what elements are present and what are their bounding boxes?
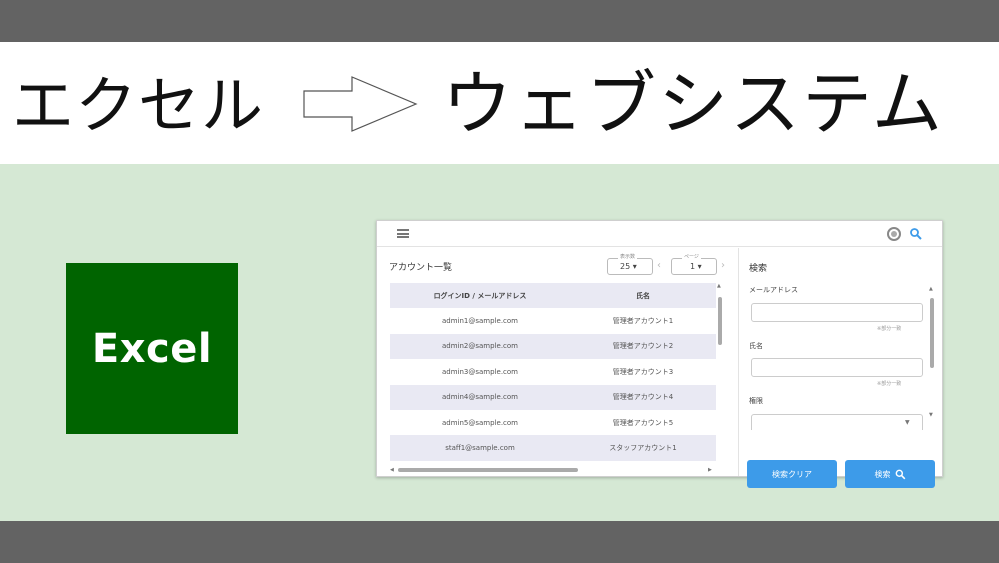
name-field-hint: ※部分一致 — [877, 381, 902, 387]
cell-name: 管理者アカウント1 — [612, 317, 674, 326]
table-header-row: ログインID / メールアドレス 氏名 — [390, 283, 716, 309]
role-field-label: 権限 — [749, 397, 763, 405]
title-excel-text: エクセル — [12, 69, 265, 142]
page-select[interactable]: ページ 1 ▾ — [671, 253, 717, 275]
account-list-title: アカウント一覧 — [389, 263, 453, 273]
cell-name: 管理者アカウント4 — [612, 393, 674, 402]
account-table: ログインID / メールアドレス 氏名 admin1@sample.com 管理… — [390, 283, 716, 463]
prev-page-button[interactable]: ‹ — [657, 260, 661, 271]
settings-icon[interactable] — [887, 227, 901, 241]
scroll-up-icon[interactable]: ▲ — [717, 283, 721, 289]
email-field-hint: ※部分一致 — [877, 326, 902, 332]
role-select[interactable] — [751, 414, 923, 430]
page-value: 1 ▾ — [690, 262, 702, 271]
column-header-name[interactable]: 氏名 — [570, 291, 716, 301]
cell-name: 管理者アカウント2 — [612, 342, 674, 351]
search-pane-title: 検索 — [749, 264, 768, 274]
table-row[interactable]: admin3@sample.com 管理者アカウント3 — [390, 359, 716, 385]
table-vertical-scrollbar[interactable]: ▲ — [717, 283, 723, 463]
table-row[interactable]: staff1@sample.com スタッフアカウント1 — [390, 435, 716, 461]
cell-name: 管理者アカウント3 — [612, 367, 674, 376]
table-row[interactable]: admin4@sample.com 管理者アカウント4 — [390, 384, 716, 410]
search-pane: 検索 メールアドレス ※部分一致 氏名 ※部分一致 権限 ▼ ▲ ▼ 検索クリア… — [738, 248, 942, 488]
cell-login-id: admin3@sample.com — [441, 367, 518, 376]
next-page-button[interactable]: › — [721, 260, 725, 271]
search-icon — [895, 469, 905, 479]
column-header-login-id[interactable]: ログインID / メールアドレス — [390, 291, 570, 301]
excel-logo: Excel — [66, 263, 238, 434]
table-horizontal-scrollbar[interactable]: ◀ ▶ — [390, 467, 716, 473]
email-field[interactable] — [751, 303, 923, 322]
title-web-system-text: ウェブシステム — [442, 63, 944, 145]
name-field[interactable] — [751, 358, 923, 377]
scroll-down-icon[interactable]: ▼ — [929, 412, 933, 418]
per-page-value: 25 ▾ — [620, 262, 637, 271]
cell-login-id: admin2@sample.com — [441, 342, 518, 351]
scroll-right-icon[interactable]: ▶ — [708, 467, 712, 473]
cell-login-id: admin1@sample.com — [441, 317, 518, 326]
account-list-pane: アカウント一覧 表示数 25 ▾ ‹ ページ 1 ▾ › ログインID / メー… — [377, 248, 737, 476]
menu-icon[interactable] — [397, 229, 409, 238]
app-header — [377, 221, 942, 247]
cell-login-id: admin4@sample.com — [441, 393, 518, 402]
page-caption: ページ — [682, 253, 701, 260]
bottom-frame-bar — [0, 521, 999, 563]
search-pane-scroll-thumb[interactable] — [930, 298, 934, 368]
cell-name: スタッフアカウント1 — [609, 444, 677, 453]
search-icon[interactable] — [909, 227, 923, 241]
clear-search-label: 検索クリア — [772, 469, 812, 479]
table-horizontal-scroll-thumb[interactable] — [398, 468, 578, 472]
per-page-select[interactable]: 表示数 25 ▾ — [607, 253, 653, 275]
search-pane-scrollbar[interactable]: ▲ ▼ — [929, 286, 935, 418]
cell-login-id: admin5@sample.com — [441, 418, 518, 427]
search-button[interactable]: 検索 — [845, 460, 935, 488]
per-page-caption: 表示数 — [618, 253, 638, 260]
search-button-label: 検索 — [874, 469, 891, 479]
arrow-right-icon — [303, 76, 418, 132]
name-field-label: 氏名 — [749, 342, 763, 350]
cell-login-id: staff1@sample.com — [445, 444, 515, 453]
excel-logo-label: Excel — [91, 325, 213, 372]
chevron-down-icon: ▼ — [905, 419, 910, 426]
table-row[interactable]: admin2@sample.com 管理者アカウント2 — [390, 333, 716, 360]
table-row[interactable]: admin1@sample.com 管理者アカウント1 — [390, 308, 716, 334]
scroll-left-icon[interactable]: ◀ — [390, 467, 394, 473]
clear-search-button[interactable]: 検索クリア — [747, 460, 837, 488]
scroll-up-icon[interactable]: ▲ — [929, 286, 933, 292]
cell-name: 管理者アカウント5 — [612, 418, 674, 427]
email-field-label: メールアドレス — [749, 286, 798, 294]
web-system-screenshot: アカウント一覧 表示数 25 ▾ ‹ ページ 1 ▾ › ログインID / メー… — [376, 220, 943, 488]
top-frame-bar — [0, 0, 999, 42]
table-row[interactable]: admin5@sample.com 管理者アカウント5 — [390, 409, 716, 436]
table-vertical-scroll-thumb[interactable] — [718, 297, 722, 345]
